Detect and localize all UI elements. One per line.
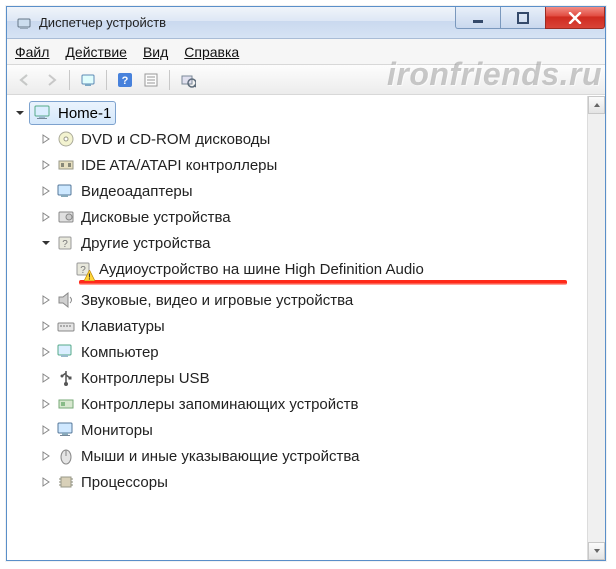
maximize-button[interactable]: [500, 7, 546, 29]
tree-label: Видеоадаптеры: [81, 183, 193, 200]
toolbar-separator: [69, 70, 70, 90]
tree-node-mice[interactable]: Мыши и иные указывающие устройства: [13, 443, 587, 469]
tree-node-video[interactable]: Видеоадаптеры: [13, 178, 587, 204]
forward-button: [39, 68, 63, 92]
keyboard-icon: [55, 316, 77, 336]
expand-icon[interactable]: [39, 158, 53, 172]
tree-node-ide[interactable]: IDE ATA/ATAPI контроллеры: [13, 152, 587, 178]
tree-label: Процессоры: [81, 474, 168, 491]
app-icon: [15, 14, 33, 32]
unknown-device-icon: ? !: [73, 259, 95, 279]
computer-icon: [55, 342, 77, 362]
computer-scan-button[interactable]: [76, 68, 100, 92]
window-title: Диспетчер устройств: [39, 15, 166, 30]
scan-hardware-button[interactable]: [176, 68, 200, 92]
tree-label: DVD и CD-ROM дисководы: [81, 131, 270, 148]
menu-help[interactable]: Справка: [184, 44, 239, 60]
tree-label: Аудиоустройство на шине High Definition …: [99, 261, 424, 278]
storage-controller-icon: [55, 394, 77, 414]
dvd-icon: [55, 129, 77, 149]
tree-label: Другие устройства: [81, 235, 210, 252]
expand-icon[interactable]: [39, 475, 53, 489]
tree-node-storage-controllers[interactable]: Контроллеры запоминающих устройств: [13, 391, 587, 417]
tree-node-processors[interactable]: Процессоры: [13, 469, 587, 495]
toolbar-separator: [169, 70, 170, 90]
cpu-icon: [55, 472, 77, 492]
tree-root-node[interactable]: Home-1: [13, 100, 587, 126]
ide-icon: [55, 155, 77, 175]
expand-icon[interactable]: [39, 132, 53, 146]
tree-label: Дисковые устройства: [81, 209, 231, 226]
disk-icon: [55, 207, 77, 227]
expand-icon[interactable]: [39, 184, 53, 198]
vertical-scrollbar[interactable]: [587, 96, 605, 560]
warning-badge-icon: !: [84, 268, 95, 279]
content-area: Home-1 DVD и CD-ROM дисководы IDE ATA/AT…: [7, 95, 605, 560]
scroll-up-button[interactable]: [588, 96, 605, 114]
tree-label: Клавиатуры: [81, 318, 165, 335]
tree-node-sound[interactable]: Звуковые, видео и игровые устройства: [13, 287, 587, 313]
monitor-icon: [55, 420, 77, 440]
tree-label: Компьютер: [81, 344, 159, 361]
tree-label: Мыши и иные указывающие устройства: [81, 448, 359, 465]
tree-node-hd-audio-unknown[interactable]: ? ! Аудиоустройство на шине High Definit…: [13, 256, 587, 282]
expand-icon[interactable]: [39, 449, 53, 463]
scroll-down-button[interactable]: [588, 542, 605, 560]
expand-icon[interactable]: [39, 423, 53, 437]
close-button[interactable]: [545, 7, 605, 29]
computer-icon: [32, 103, 54, 123]
usb-icon: [55, 368, 77, 388]
tree-node-disk[interactable]: Дисковые устройства: [13, 204, 587, 230]
svg-text:?: ?: [62, 239, 68, 250]
tree-label: IDE ATA/ATAPI контроллеры: [81, 157, 277, 174]
expand-icon[interactable]: [39, 371, 53, 385]
menu-file[interactable]: Файл: [15, 44, 49, 60]
back-button: [13, 68, 37, 92]
menu-action[interactable]: Действие: [65, 44, 127, 60]
svg-text:?: ?: [122, 75, 129, 87]
minimize-button[interactable]: [455, 7, 501, 29]
expand-icon[interactable]: [39, 319, 53, 333]
device-manager-window: Диспетчер устройств Файл Действие Вид Сп…: [6, 6, 606, 561]
svg-text:!: !: [88, 273, 91, 282]
device-tree[interactable]: Home-1 DVD и CD-ROM дисководы IDE ATA/AT…: [7, 96, 587, 560]
expand-icon[interactable]: [39, 293, 53, 307]
tree-label: Контроллеры запоминающих устройств: [81, 396, 358, 413]
toolbar: ?: [7, 65, 605, 95]
expand-icon[interactable]: [39, 345, 53, 359]
tree-node-monitors[interactable]: Мониторы: [13, 417, 587, 443]
other-devices-icon: ?: [55, 233, 77, 253]
tree-label: Звуковые, видео и игровые устройства: [81, 292, 353, 309]
properties-button[interactable]: [139, 68, 163, 92]
collapse-icon[interactable]: [39, 236, 53, 250]
titlebar[interactable]: Диспетчер устройств: [7, 7, 605, 39]
tree-node-usb[interactable]: Контроллеры USB: [13, 365, 587, 391]
tree-label: Контроллеры USB: [81, 370, 210, 387]
menu-view[interactable]: Вид: [143, 44, 168, 60]
tree-node-keyboard[interactable]: Клавиатуры: [13, 313, 587, 339]
speaker-icon: [55, 290, 77, 310]
tree-root-label: Home-1: [58, 105, 111, 122]
tree-node-dvd[interactable]: DVD и CD-ROM дисководы: [13, 126, 587, 152]
collapse-icon[interactable]: [13, 106, 27, 120]
mouse-icon: [55, 446, 77, 466]
tree-label: Мониторы: [81, 422, 153, 439]
tree-node-other-devices[interactable]: ? Другие устройства: [13, 230, 587, 256]
menubar: Файл Действие Вид Справка: [7, 39, 605, 65]
display-adapter-icon: [55, 181, 77, 201]
expand-icon[interactable]: [39, 397, 53, 411]
toolbar-separator: [106, 70, 107, 90]
tree-node-computer[interactable]: Компьютер: [13, 339, 587, 365]
expand-icon[interactable]: [39, 210, 53, 224]
help-button[interactable]: ?: [113, 68, 137, 92]
